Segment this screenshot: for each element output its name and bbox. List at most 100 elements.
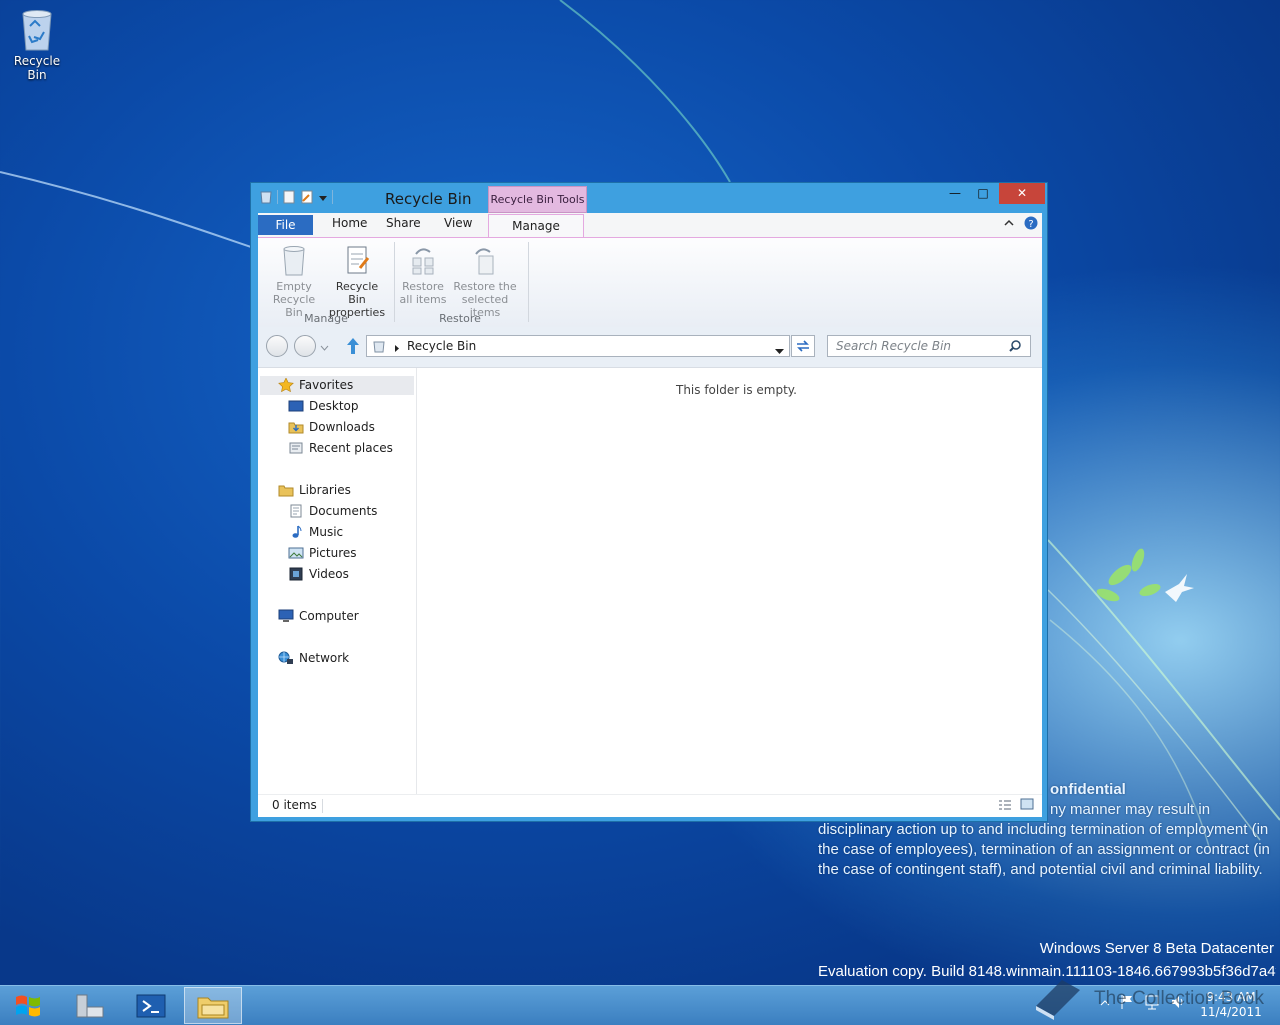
start-button[interactable] [8,989,48,1021]
ribbon-separator [394,242,395,322]
taskbar-file-explorer[interactable] [184,987,242,1024]
nav-favorites-label: Favorites [299,378,354,392]
star-icon [278,377,294,393]
music-icon [288,525,304,539]
restore-all-label-2: all items [399,293,447,306]
details-view-icon[interactable] [998,799,1012,814]
book-logo-icon [1036,980,1080,1020]
address-bar[interactable]: Recycle Bin [366,335,790,357]
refresh-icon [797,340,809,352]
svg-text:?: ? [1028,219,1033,230]
minimize-button[interactable]: — [941,183,969,204]
brand-text: The Collection Book [1094,988,1265,1009]
restore-selected-items-button[interactable]: Restore the selected items [448,244,522,319]
nav-downloads[interactable]: Downloads [288,420,375,434]
forward-button[interactable] [294,335,316,357]
nav-pictures[interactable]: Pictures [288,546,357,560]
quick-access-toolbar [259,190,333,204]
back-button[interactable] [266,335,288,357]
desktop-recycle-bin[interactable]: Recycle Bin [4,6,70,82]
properties-label-1: Recycle Bin [335,280,379,306]
nav-favorites[interactable]: Favorites [278,377,354,393]
tab-view[interactable]: View [444,216,472,230]
app-recycle-icon[interactable] [259,190,273,204]
nav-computer-label: Computer [299,609,359,623]
nav-network-label: Network [299,651,350,665]
build-edition: Windows Server 8 Beta Datacenter [1039,940,1274,957]
ribbon-manage-panel: Empty Recycle Bin Recycle Bin properties… [258,238,1042,328]
group-label-restore: Restore [439,312,481,325]
refresh-button[interactable] [791,335,815,357]
search-placeholder: Search Recycle Bin [836,339,952,353]
properties-qat-icon[interactable] [282,190,296,204]
nav-desktop-label: Desktop [309,399,359,413]
empty-bin-icon [283,246,305,276]
large-icons-view-icon[interactable] [1020,798,1034,814]
qat-dropdown-icon[interactable] [318,190,328,204]
empty-bin-label-1: Empty [276,280,312,293]
leaf-sprig [1096,548,1161,602]
recycle-bin-properties-button[interactable]: Recycle Bin properties [326,244,388,319]
minimize-ribbon-icon[interactable] [1003,217,1015,232]
address-dropdown-icon[interactable] [775,344,784,358]
watermark-confidential: onfidential [1050,781,1126,798]
nav-documents[interactable]: Documents [288,504,377,518]
ribbon-separator [528,242,529,322]
up-arrow-icon[interactable] [345,336,361,359]
nav-pictures-label: Pictures [309,546,357,560]
search-icon[interactable] [1008,339,1022,356]
nav-videos[interactable]: Videos [288,567,349,581]
nav-desktop[interactable]: Desktop [288,399,359,413]
nav-documents-label: Documents [309,504,378,518]
downloads-folder-icon [288,420,304,434]
recycle-bin-icon [22,10,52,51]
powershell-icon [136,994,166,1017]
computer-icon [278,609,294,623]
watermark-body: disciplinary action up to and including … [818,821,1270,878]
group-label-manage: Manage [304,312,348,325]
tab-home[interactable]: Home [332,216,367,230]
explorer-window: Recycle Bin Recycle Bin Tools — □ ✕ File… [250,182,1048,822]
nav-music[interactable]: Music [288,525,343,539]
empty-folder-message: This folder is empty. [676,383,797,397]
help-icon[interactable]: ? [1024,216,1038,233]
windows-logo-icon [16,995,40,1017]
restore-selected-icon [475,248,494,275]
title-bar[interactable]: Recycle Bin Recycle Bin Tools — □ ✕ [251,183,1047,213]
network-icon [278,651,294,665]
nav-network[interactable]: Network [278,651,349,665]
content-area: Favorites Desktop Downloads Recent place… [258,368,1042,794]
nav-computer[interactable]: Computer [278,609,359,623]
recent-places-icon [288,441,304,455]
brand-overlay: The Collection Book [1030,972,1280,1024]
ribbon-tab-bar: File Home Share View Manage ? [258,213,1042,238]
item-count: 0 items [272,798,317,812]
restore-all-icon [412,248,434,275]
restore-all-items-button[interactable]: Restore all items [398,244,448,306]
nav-recent-places[interactable]: Recent places [288,441,393,455]
nav-music-label: Music [309,525,344,539]
tab-manage[interactable]: Manage [488,214,584,237]
empty-recycle-bin-button[interactable]: Empty Recycle Bin [264,244,324,319]
nav-libraries[interactable]: Libraries [278,483,351,497]
properties-icon [347,246,370,274]
taskbar-powershell[interactable] [122,987,180,1024]
tab-share[interactable]: Share [386,216,421,230]
search-box[interactable]: Search Recycle Bin [827,335,1031,357]
taskbar-server-manager[interactable] [60,987,118,1024]
watermark-line1: ny manner may result in [1050,801,1211,818]
folder-icon [197,997,229,1018]
bird [1165,574,1194,602]
pictures-icon [288,546,304,560]
maximize-button[interactable]: □ [969,183,997,204]
recent-locations-chevron-icon[interactable] [320,341,329,355]
libraries-icon [278,483,294,497]
new-folder-qat-icon[interactable] [300,190,314,204]
breadcrumb-arrow-icon[interactable] [394,342,400,356]
desktop-recycle-bin-label: Recycle Bin [13,54,61,82]
tab-file[interactable]: File [258,215,313,235]
address-path: Recycle Bin [407,339,477,353]
close-button[interactable]: ✕ [999,183,1045,204]
status-bar: 0 items [258,794,1042,817]
videos-icon [288,567,304,581]
